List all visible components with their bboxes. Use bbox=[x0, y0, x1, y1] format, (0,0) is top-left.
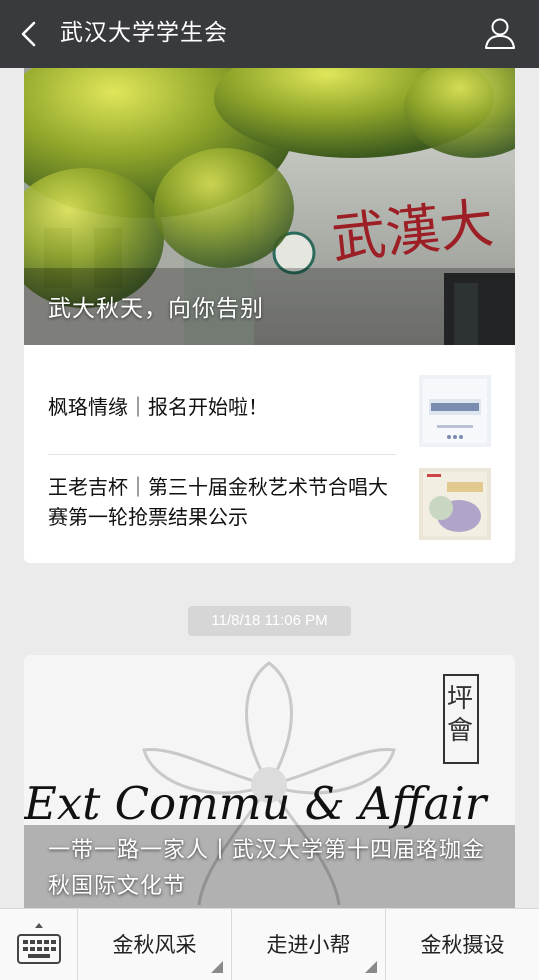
hero-article[interactable]: 坪 會 Ext Commu & Affair 一带一路一家人丨武汉大学第十四届珞… bbox=[24, 655, 515, 908]
menu-tab-label: 走进小帮 bbox=[266, 933, 351, 957]
article-thumbnail bbox=[419, 375, 491, 447]
hero-article[interactable]: 武漢大 武大秋天，向你告别 bbox=[24, 68, 515, 345]
menu-tab-label: 金秋摄设 bbox=[420, 933, 505, 957]
svg-text:會: 會 bbox=[447, 716, 473, 746]
menu-tab[interactable]: 走进小帮 bbox=[232, 909, 386, 980]
timestamp: 11/8/18 11:06 PM bbox=[188, 606, 351, 636]
message-feed[interactable]: 武漢大 武大秋天，向你告别 枫珞情缘｜报名开始啦！ 王老吉杯｜第三十届金秋艺术节… bbox=[0, 68, 539, 908]
menu-tab[interactable]: 金秋风采 bbox=[78, 909, 232, 980]
list-item[interactable]: 王老吉杯｜第三十届金秋艺术节合唱大赛第一轮抢票结果公示 bbox=[48, 462, 491, 558]
svg-text:坪: 坪 bbox=[447, 684, 473, 714]
article-thumbnail bbox=[419, 468, 491, 540]
submenu-indicator-icon bbox=[365, 961, 377, 973]
hero-title: 武大秋天，向你告别 bbox=[48, 296, 264, 322]
banner-text: Ext Commu & Affair bbox=[24, 777, 487, 830]
bottom-menu: 金秋风采 走进小帮 金秋摄设 bbox=[0, 908, 539, 980]
keyboard-toggle-button[interactable] bbox=[0, 909, 78, 980]
top-navigation-bar: 武汉大学学生会 bbox=[0, 0, 539, 68]
person-icon[interactable] bbox=[483, 16, 517, 50]
article-title: 王老吉杯｜第三十届金秋艺术节合唱大赛第一轮抢票结果公示 bbox=[48, 475, 388, 529]
page-title: 武汉大学学生会 bbox=[60, 20, 228, 46]
article-card: 坪 會 Ext Commu & Affair 一带一路一家人丨武汉大学第十四届珞… bbox=[24, 655, 515, 908]
submenu-indicator-icon bbox=[211, 961, 223, 973]
article-title: 枫珞情缘｜报名开始啦！ bbox=[48, 395, 268, 419]
divider bbox=[48, 454, 396, 455]
menu-tab[interactable]: 金秋摄设 bbox=[386, 909, 539, 980]
list-item[interactable]: 枫珞情缘｜报名开始啦！ bbox=[48, 363, 491, 451]
hero-title: 一带一路一家人丨武汉大学第十四届珞珈金秋国际文化节 bbox=[48, 838, 486, 899]
chevron-left-icon[interactable] bbox=[14, 18, 46, 50]
menu-tab-label: 金秋风采 bbox=[112, 933, 197, 957]
article-card: 武漢大 武大秋天，向你告别 枫珞情缘｜报名开始啦！ 王老吉杯｜第三十届金秋艺术节… bbox=[24, 68, 515, 563]
keyboard-icon bbox=[17, 923, 61, 964]
